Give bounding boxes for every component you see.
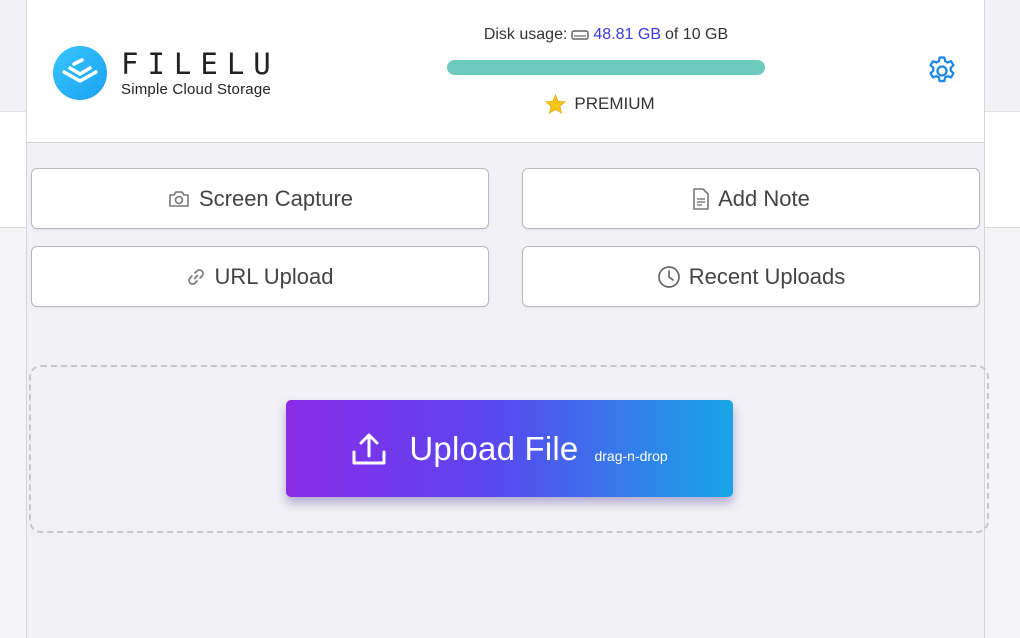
clock-icon — [657, 265, 681, 289]
add-note-label: Add Note — [718, 185, 810, 211]
background-page-right — [985, 0, 1020, 228]
url-upload-label: URL Upload — [214, 263, 334, 289]
hard-drive-icon — [571, 29, 590, 41]
logo-mark-icon — [53, 46, 107, 100]
disk-usage: Disk usage: 48.81 GB of 10 GB PREMIUM — [447, 26, 765, 114]
disk-used-value: 48.81 GB — [593, 26, 662, 43]
background-page-left — [0, 0, 26, 228]
app-logo: FILELU Simple Cloud Storage — [53, 44, 283, 102]
disk-total: of 10 GB — [665, 26, 729, 43]
upload-file-label: Upload File — [409, 429, 579, 467]
camera-icon — [167, 189, 191, 209]
upload-file-button[interactable]: Upload File drag-n-drop — [286, 400, 733, 497]
plan-label: PREMIUM — [574, 94, 655, 113]
settings-button[interactable] — [925, 54, 959, 88]
url-upload-button[interactable]: URL Upload — [31, 246, 489, 307]
popup-header: FILELU Simple Cloud Storage Disk usage: … — [27, 0, 984, 143]
app-name: FILELU — [121, 46, 280, 81]
link-icon — [186, 267, 206, 287]
recent-uploads-label: Recent Uploads — [688, 263, 846, 289]
extension-popup: FILELU Simple Cloud Storage Disk usage: … — [26, 0, 989, 638]
screen-capture-button[interactable]: Screen Capture — [31, 168, 489, 229]
disk-usage-label: Disk usage: — [483, 26, 568, 43]
gear-icon — [929, 56, 955, 83]
plan-badge: PREMIUM — [447, 94, 765, 114]
screen-capture-label: Screen Capture — [198, 185, 354, 211]
recent-uploads-button[interactable]: Recent Uploads — [522, 246, 980, 307]
star-icon — [545, 94, 567, 114]
add-note-button[interactable]: Add Note — [522, 168, 980, 229]
document-icon — [692, 187, 710, 210]
drag-n-drop-label: drag-n-drop — [594, 447, 668, 464]
disk-usage-bar — [447, 60, 765, 75]
upload-icon — [351, 432, 387, 466]
app-tagline: Simple Cloud Storage — [121, 80, 271, 98]
